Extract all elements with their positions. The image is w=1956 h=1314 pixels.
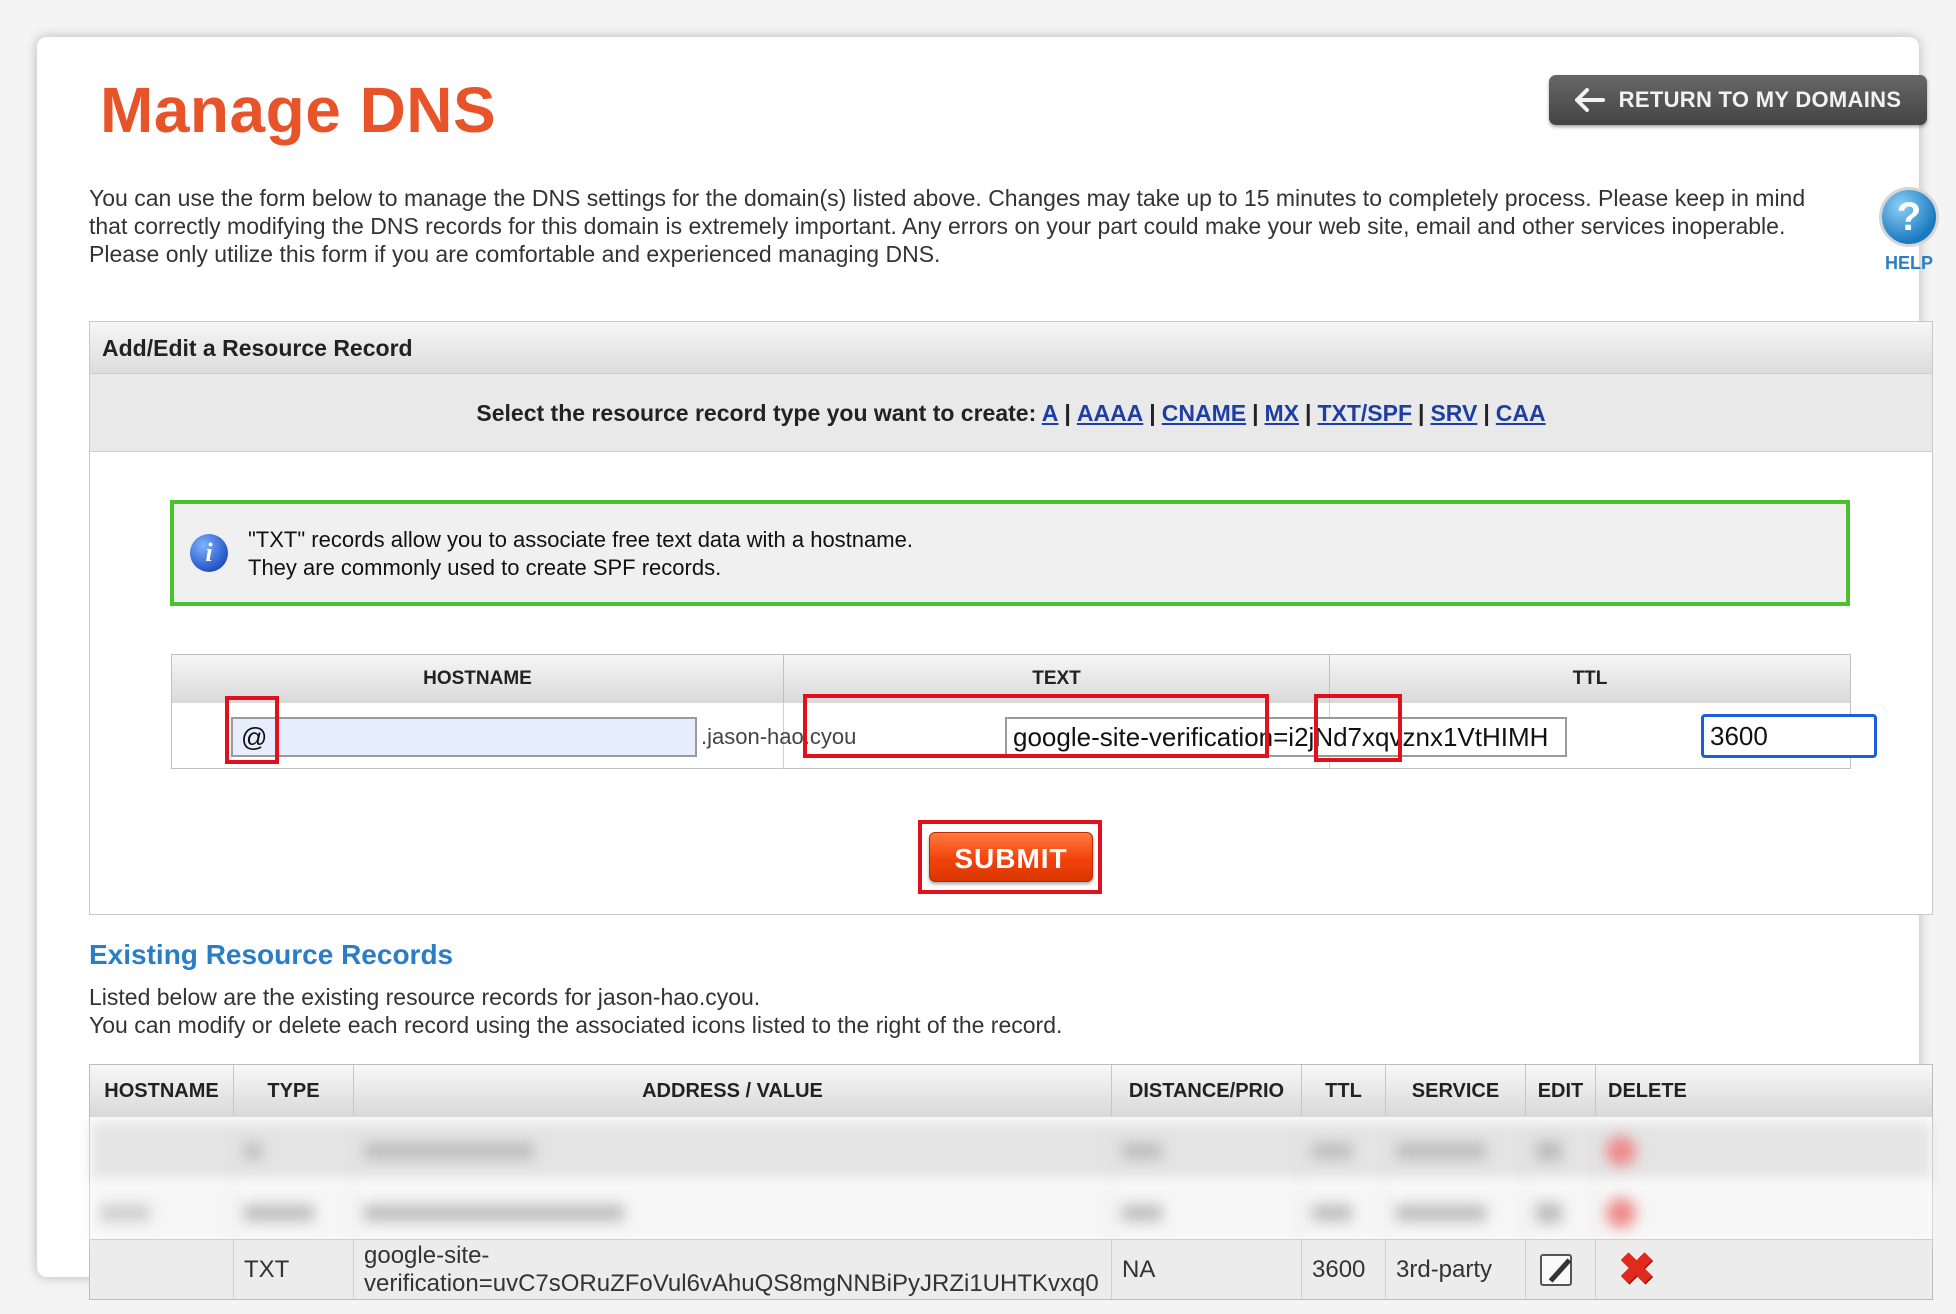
main-card: Manage DNS RETURN TO MY DOMAINS You can … (37, 37, 1939, 1300)
delete-record-button[interactable]: ✖ (1596, 1240, 1680, 1299)
col-delete: DELETE (1596, 1065, 1932, 1117)
record-type-aaaa-link[interactable]: AAAA (1077, 400, 1143, 426)
hostname-column-header: HOSTNAME (172, 655, 784, 703)
record-type-selector: Select the resource record type you want… (90, 374, 1932, 452)
add-edit-panel: Add/Edit a Resource Record Select the re… (89, 321, 1933, 915)
ttl-input[interactable] (1701, 714, 1877, 758)
record-type-prompt: Select the resource record type you want… (476, 400, 1037, 426)
existing-desc-line-1: Listed below are the existing resource r… (89, 984, 761, 1010)
blurred-record-row (90, 1183, 1932, 1243)
submit-button[interactable]: SUBMIT (929, 832, 1093, 882)
col-distance-prio: DISTANCE/PRIO (1112, 1065, 1302, 1117)
col-ttl: TTL (1302, 1065, 1386, 1117)
question-icon: ? (1879, 187, 1939, 247)
panel-title: Add/Edit a Resource Record (90, 322, 1932, 374)
text-column-header: TEXT (784, 655, 1330, 703)
return-button-label: RETURN TO MY DOMAINS (1618, 87, 1902, 112)
record-prio: NA (1112, 1240, 1302, 1299)
domain-suffix: .jason-hao.cyou (701, 724, 857, 749)
record-type-srv-link[interactable]: SRV (1430, 400, 1477, 426)
record-hostname (90, 1240, 234, 1299)
txt-value-input[interactable] (1005, 717, 1567, 757)
info-line-1: "TXT" records allow you to associate fre… (248, 527, 913, 552)
help-button[interactable]: ? HELP (1873, 187, 1945, 274)
blurred-record-row (90, 1121, 1932, 1181)
record-type-mx-link[interactable]: MX (1265, 400, 1300, 426)
page-title: Manage DNS (100, 74, 497, 146)
col-edit: EDIT (1526, 1065, 1596, 1117)
existing-records-description: Listed below are the existing resource r… (89, 983, 1062, 1039)
col-type: TYPE (234, 1065, 354, 1117)
record-type-a-link[interactable]: A (1042, 400, 1059, 426)
ttl-column-header: TTL (1330, 655, 1850, 703)
hostname-input[interactable] (231, 717, 697, 757)
intro-text: You can use the form below to manage the… (89, 185, 1806, 267)
txt-info-box: i "TXT" records allow you to associate f… (170, 500, 1850, 606)
existing-records-table: HOSTNAME TYPE ADDRESS / VALUE DISTANCE/P… (89, 1064, 1933, 1300)
record-ttl: 3600 (1302, 1240, 1386, 1299)
existing-desc-line-2: You can modify or delete each record usi… (89, 1012, 1063, 1038)
col-service: SERVICE (1386, 1065, 1526, 1117)
return-to-domains-button[interactable]: RETURN TO MY DOMAINS (1549, 75, 1927, 125)
table-row: TXT google-site-verification=uvC7sORuZFo… (90, 1239, 1932, 1299)
existing-records-title: Existing Resource Records (89, 939, 454, 970)
edit-icon (1540, 1253, 1572, 1286)
info-icon: i (190, 534, 228, 572)
record-service: 3rd-party (1386, 1240, 1526, 1299)
col-hostname: HOSTNAME (90, 1065, 234, 1117)
help-label: HELP (1884, 253, 1933, 273)
record-type: TXT (234, 1240, 354, 1299)
record-type-txt-spf-link[interactable]: TXT/SPF (1317, 400, 1412, 426)
record-type-cname-link[interactable]: CNAME (1162, 400, 1246, 426)
arrow-left-icon (1574, 88, 1605, 112)
info-text: "TXT" records allow you to associate fre… (248, 526, 913, 582)
delete-x-icon: ✖ (1618, 1244, 1655, 1294)
record-type-caa-link[interactable]: CAA (1496, 400, 1546, 426)
record-value: google-site-verification=uvC7sORuZFoVul6… (354, 1240, 1112, 1299)
col-address-value: ADDRESS / VALUE (354, 1065, 1112, 1117)
edit-record-button[interactable] (1526, 1240, 1596, 1299)
info-line-2: They are commonly used to create SPF rec… (248, 555, 722, 580)
